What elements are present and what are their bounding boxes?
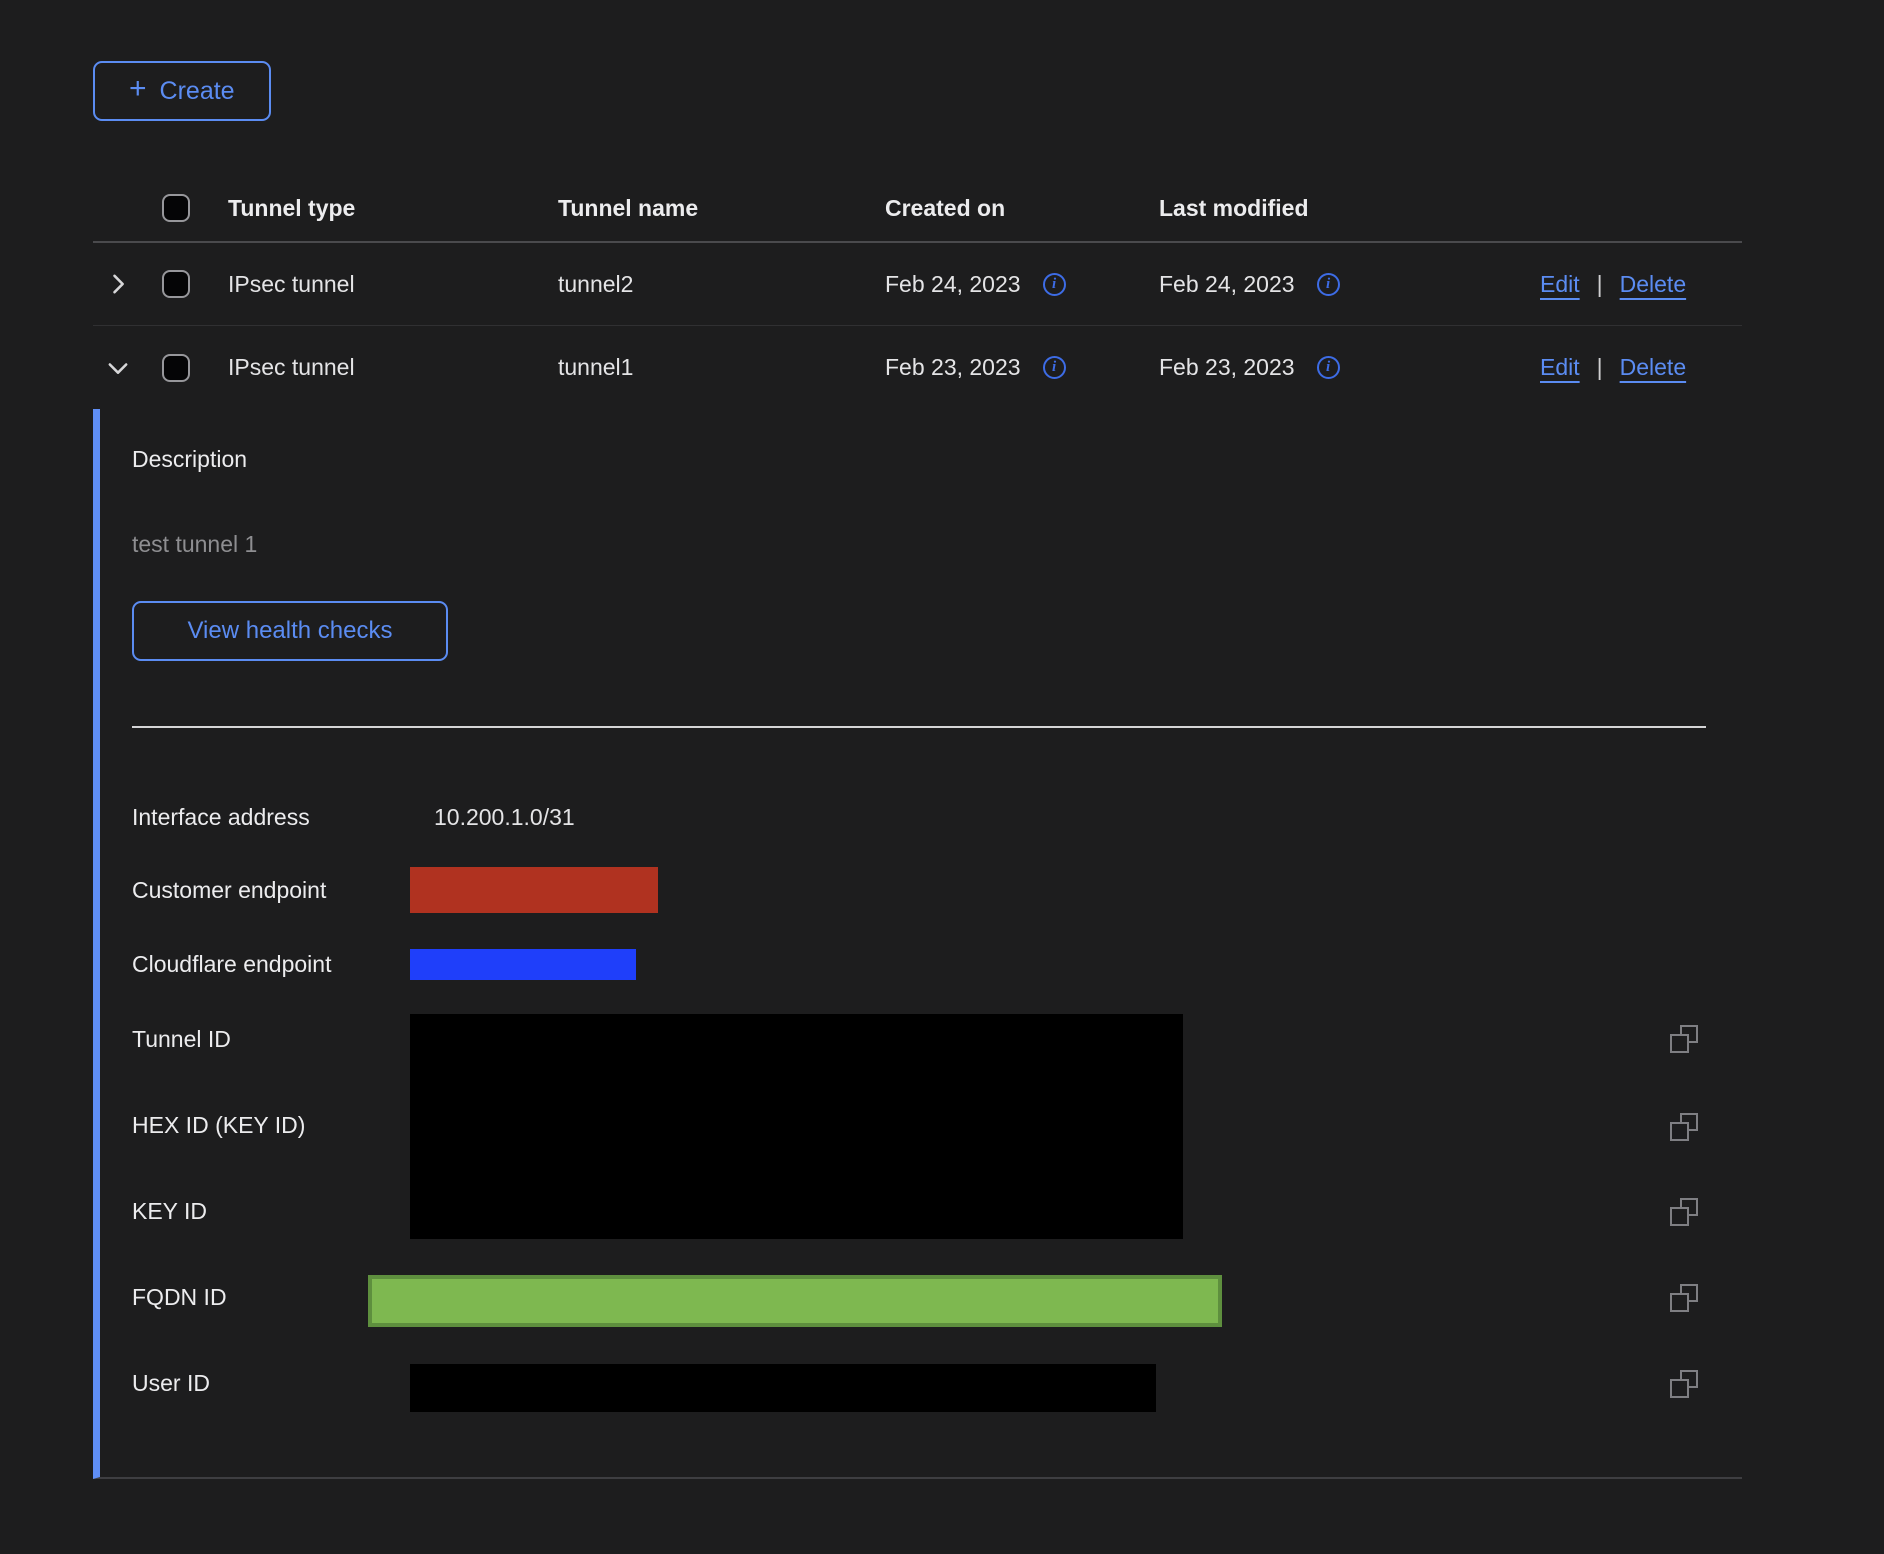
- customer-endpoint-redaction: [410, 867, 658, 913]
- hex-id-label: HEX ID (KEY ID): [132, 1110, 305, 1140]
- fqdn-id-redaction: [368, 1275, 1222, 1327]
- description-value: test tunnel 1: [132, 531, 257, 558]
- table-row-tunnel2: IPsec tunnel tunnel2 Feb 24, 2023 i Feb …: [93, 243, 1742, 326]
- view-health-checks-button[interactable]: View health checks: [132, 601, 448, 661]
- cell-tunnel-name: tunnel1: [558, 354, 885, 381]
- cell-tunnel-type: IPsec tunnel: [228, 271, 558, 298]
- info-icon[interactable]: i: [1043, 273, 1066, 296]
- cell-tunnel-name: tunnel2: [558, 271, 885, 298]
- user-id-redaction: [410, 1364, 1156, 1412]
- key-id-label: KEY ID: [132, 1196, 207, 1226]
- delete-link[interactable]: Delete: [1620, 271, 1686, 298]
- tunnels-table: Tunnel type Tunnel name Created on Last …: [93, 175, 1742, 1479]
- expanded-row-panel: Description test tunnel 1 View health ch…: [93, 409, 1742, 1479]
- info-icon-glyph: i: [1052, 276, 1056, 293]
- copy-icon-front: [1670, 1207, 1689, 1226]
- chevron-right-icon[interactable]: [104, 270, 132, 298]
- copy-icon[interactable]: [1670, 1198, 1698, 1226]
- copy-icon-front: [1670, 1034, 1689, 1053]
- table-row-tunnel1: IPsec tunnel tunnel1 Feb 23, 2023 i Feb …: [93, 326, 1742, 409]
- copy-icon[interactable]: [1670, 1370, 1698, 1398]
- copy-icon[interactable]: [1670, 1113, 1698, 1141]
- info-icon-glyph: i: [1326, 276, 1330, 293]
- action-separator: |: [1597, 354, 1603, 381]
- plus-icon: +: [129, 74, 147, 104]
- cell-tunnel-type: IPsec tunnel: [228, 354, 558, 381]
- tunnel-id-label: Tunnel ID: [132, 1024, 231, 1054]
- row-checkbox[interactable]: [162, 354, 190, 382]
- chevron-down-icon[interactable]: [104, 354, 132, 382]
- copy-icon[interactable]: [1670, 1025, 1698, 1053]
- create-button[interactable]: + Create: [93, 61, 271, 121]
- cell-created-on: Feb 24, 2023: [885, 271, 1021, 298]
- edit-link[interactable]: Edit: [1540, 354, 1580, 381]
- description-label: Description: [132, 446, 247, 473]
- info-icon[interactable]: i: [1317, 356, 1340, 379]
- cell-last-modified: Feb 23, 2023: [1159, 354, 1295, 381]
- tunnels-page: + Create Tunnel type Tunnel name Created…: [0, 0, 1884, 1554]
- info-icon-glyph: i: [1326, 359, 1330, 376]
- header-tunnel-type: Tunnel type: [228, 195, 558, 222]
- table-header-row: Tunnel type Tunnel name Created on Last …: [93, 175, 1742, 243]
- select-all-checkbox[interactable]: [162, 194, 190, 222]
- fqdn-id-label: FQDN ID: [132, 1282, 227, 1312]
- tunnel-hex-key-id-redaction: [410, 1014, 1183, 1239]
- user-id-label: User ID: [132, 1368, 210, 1398]
- delete-link[interactable]: Delete: [1620, 354, 1686, 381]
- copy-icon-front: [1670, 1293, 1689, 1312]
- info-icon-glyph: i: [1052, 359, 1056, 376]
- info-icon[interactable]: i: [1043, 356, 1066, 379]
- edit-link[interactable]: Edit: [1540, 271, 1580, 298]
- create-button-label: Create: [160, 77, 235, 106]
- interface-address-label: Interface address: [132, 802, 310, 832]
- action-separator: |: [1597, 271, 1603, 298]
- row-checkbox[interactable]: [162, 270, 190, 298]
- cloudflare-endpoint-label: Cloudflare endpoint: [132, 949, 331, 979]
- copy-icon-front: [1670, 1379, 1689, 1398]
- header-tunnel-name: Tunnel name: [558, 195, 885, 222]
- header-last-modified: Last modified: [1159, 195, 1540, 222]
- cell-last-modified: Feb 24, 2023: [1159, 271, 1295, 298]
- cloudflare-endpoint-redaction: [410, 949, 636, 980]
- copy-icon-front: [1670, 1122, 1689, 1141]
- info-icon[interactable]: i: [1317, 273, 1340, 296]
- header-checkbox-cell: [135, 194, 228, 222]
- cell-created-on: Feb 23, 2023: [885, 354, 1021, 381]
- header-created-on: Created on: [885, 195, 1159, 222]
- customer-endpoint-label: Customer endpoint: [132, 875, 326, 905]
- copy-icon[interactable]: [1670, 1284, 1698, 1312]
- section-divider: [132, 726, 1706, 728]
- interface-address-value: 10.200.1.0/31: [434, 802, 575, 832]
